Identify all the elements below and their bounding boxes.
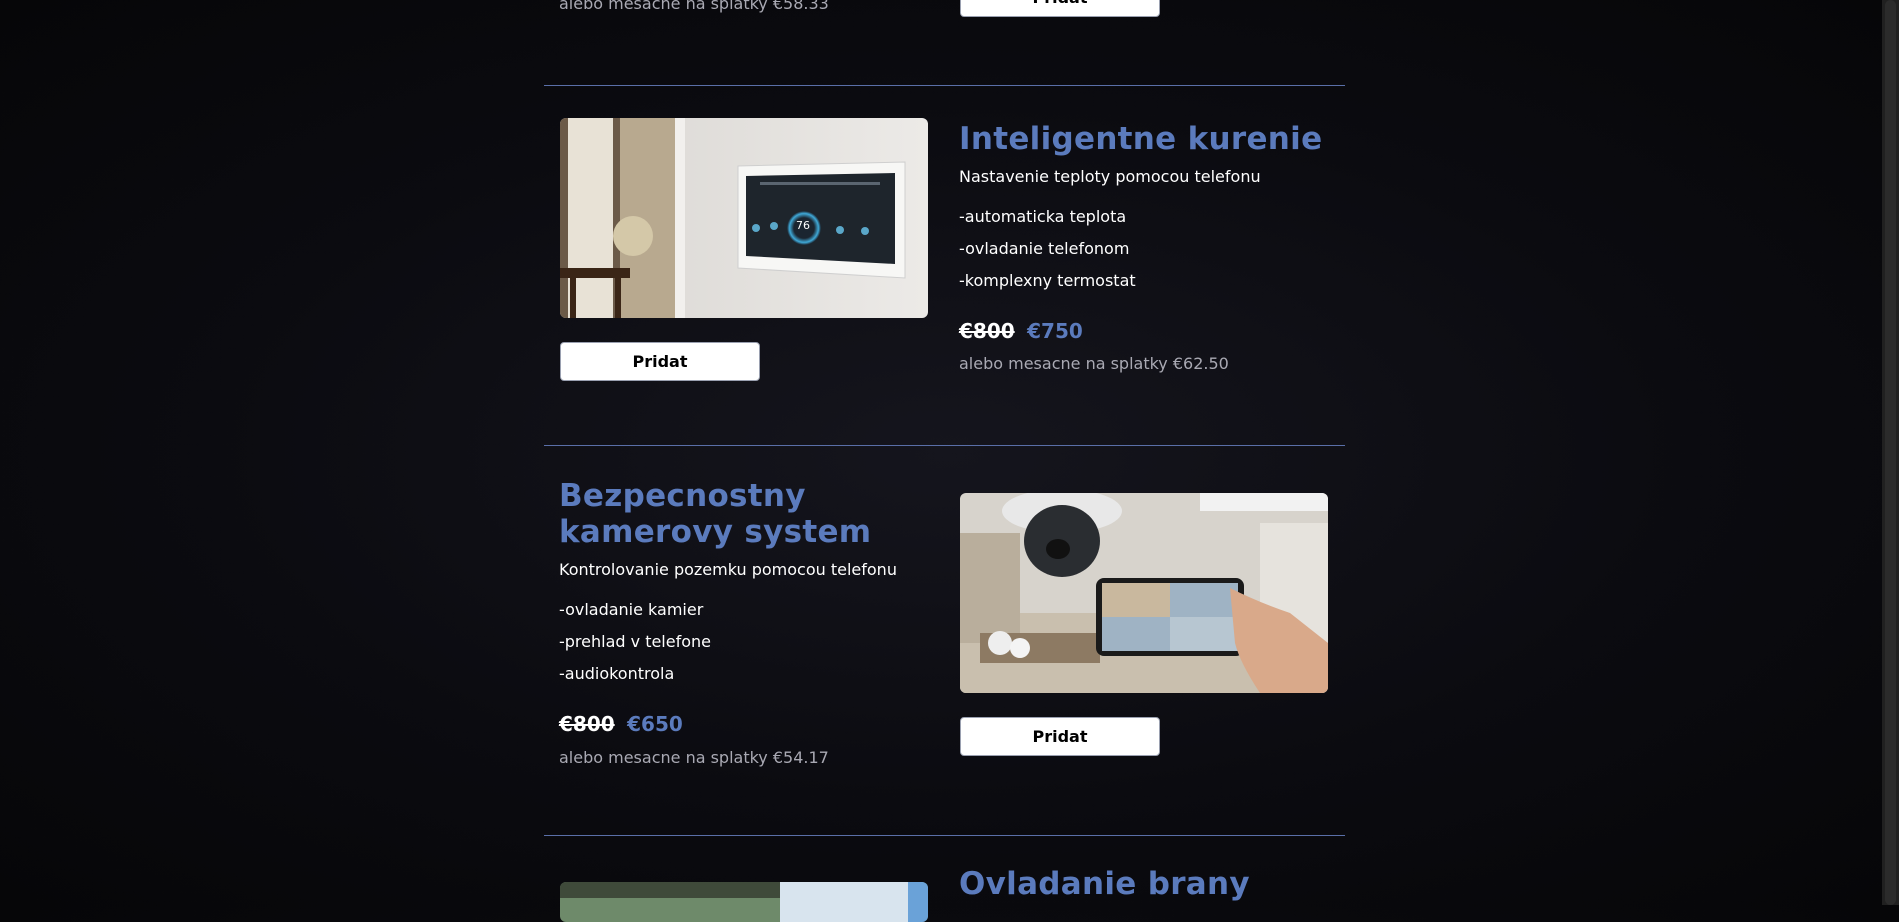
product-subtitle-camera: Kontrolovanie pozemku pomocou telefonu <box>559 560 897 579</box>
feature-item: -audiokontrola <box>559 664 675 683</box>
feature-item: -ovladanie kamier <box>559 600 704 619</box>
price-row-camera: €800 €650 <box>559 712 683 736</box>
feature-item: -ovladanie telefonom <box>959 239 1130 258</box>
feature-item: -prehlad v telefone <box>559 632 711 651</box>
title-line: Bezpecnostny <box>559 478 806 514</box>
product-title-heating: Inteligentne kurenie <box>959 121 1323 157</box>
price-row-heating: €800 €750 <box>959 319 1083 343</box>
feature-item: -automaticka teplota <box>959 207 1127 226</box>
thermostat-image: 76 <box>560 118 928 318</box>
product-subtitle-heating: Nastavenie teploty pomocou telefonu <box>959 167 1261 186</box>
price-new: €750 <box>1027 319 1083 343</box>
camera-image <box>960 493 1328 693</box>
scrollbar-thumb[interactable] <box>1885 0 1896 905</box>
section-divider <box>544 835 1345 836</box>
section-divider <box>544 445 1345 446</box>
feature-list-camera: -ovladanie kamier -prehlad v telefone -a… <box>559 594 711 690</box>
add-button-camera[interactable]: Pridat <box>960 717 1160 756</box>
prev-add-button[interactable]: Pridat <box>960 0 1160 17</box>
price-new: €650 <box>627 712 683 736</box>
section-divider <box>544 85 1345 86</box>
feature-item: -komplexny termostat <box>959 271 1136 290</box>
installment-camera: alebo mesacne na splatky €54.17 <box>559 748 829 767</box>
title-line: kamerovy system <box>559 514 872 550</box>
prev-installment: alebo mesacne na splatky €58.33 <box>559 0 829 13</box>
scrollbar-track[interactable] <box>1882 0 1899 905</box>
gate-image <box>560 882 928 922</box>
feature-list-heating: -automaticka teplota -ovladanie telefono… <box>959 201 1136 297</box>
product-title-camera: Bezpecnostny kamerovy system <box>559 478 871 550</box>
add-button-heating[interactable]: Pridat <box>560 342 760 381</box>
thermostat-reading: 76 <box>796 219 810 232</box>
installment-heating: alebo mesacne na splatky €62.50 <box>959 354 1229 373</box>
price-old: €800 <box>959 319 1015 343</box>
product-title-gate: Ovladanie brany <box>959 866 1250 902</box>
price-old: €800 <box>559 712 615 736</box>
